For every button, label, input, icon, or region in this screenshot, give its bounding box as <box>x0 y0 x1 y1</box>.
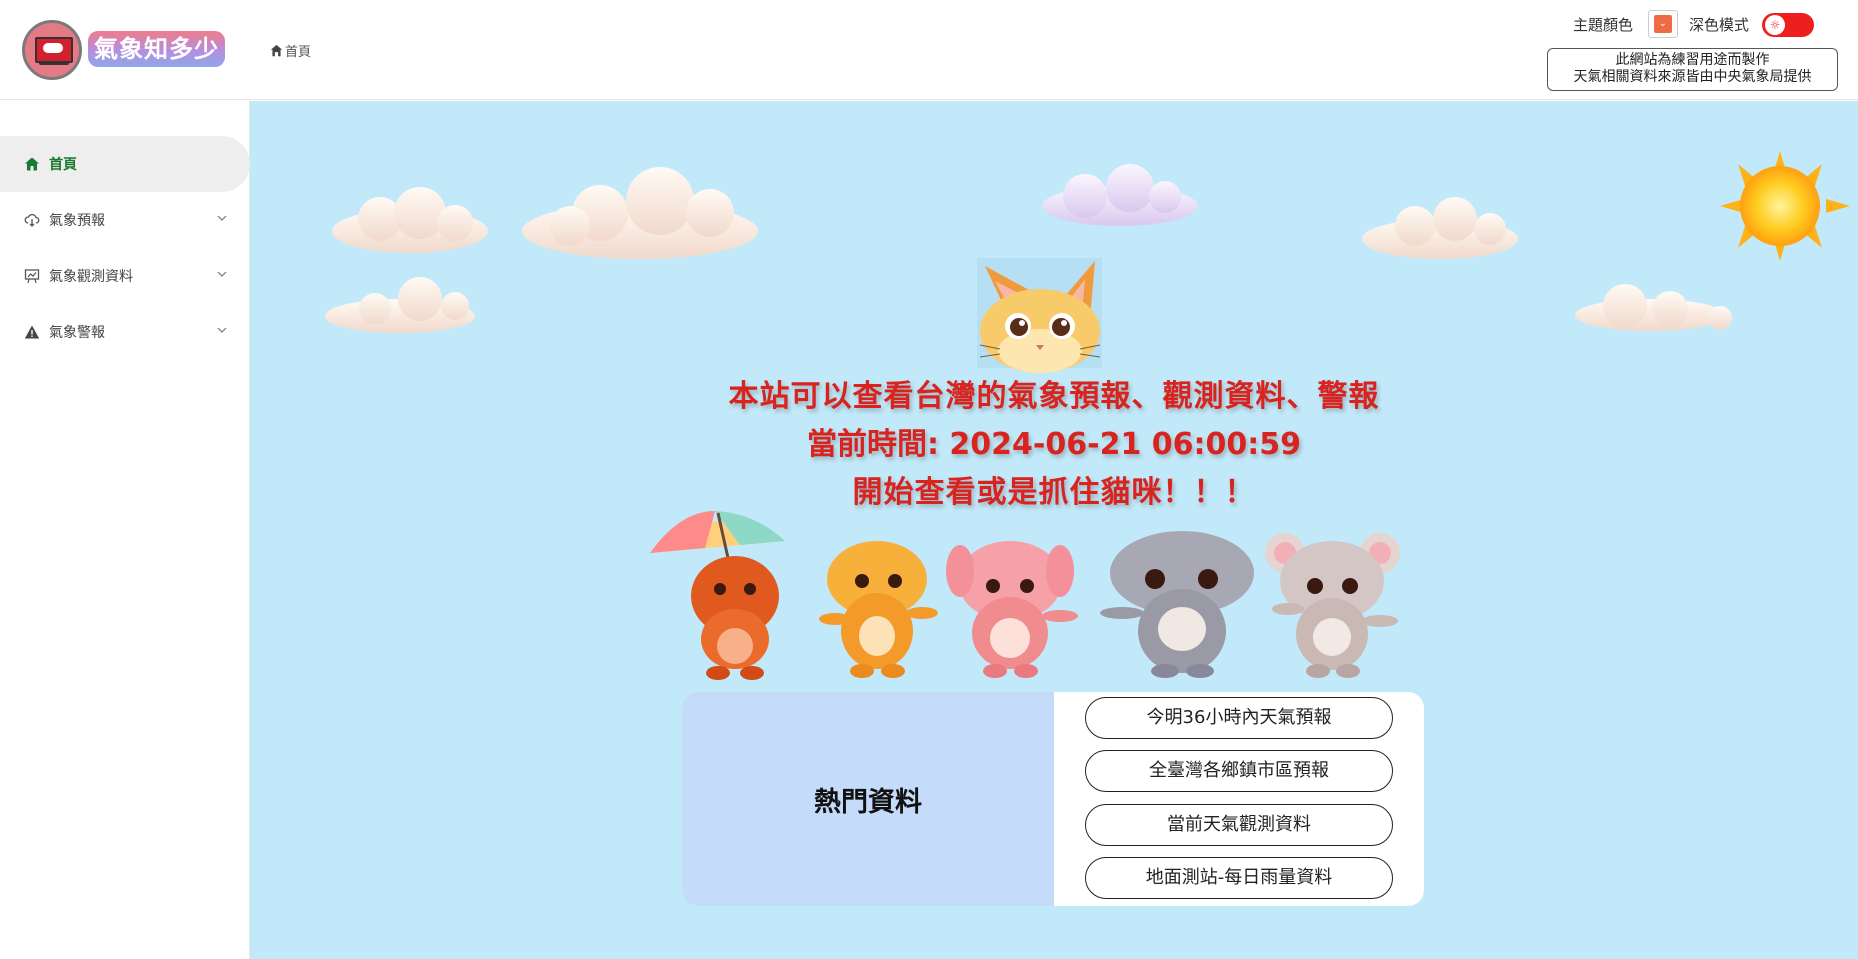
sidebar-item-label: 氣象預報 <box>49 213 105 229</box>
sidebar-item-home[interactable]: 首頁 <box>0 136 250 192</box>
cloud-icon <box>1362 197 1518 259</box>
pink-character-icon <box>946 541 1078 678</box>
koala-character-icon <box>1265 533 1400 678</box>
home-icon <box>270 44 283 57</box>
sidebar-item-warning[interactable]: 氣象警報 <box>0 304 250 360</box>
chevron-down-icon[interactable] <box>216 324 228 336</box>
cloud-icon <box>325 277 475 333</box>
main-content: 本站可以查看台灣的氣象預報、觀測資料、警報 當前時間: 2024-06-21 0… <box>250 101 1858 959</box>
cloud-icon <box>332 187 488 253</box>
sun-icon <box>1720 151 1850 261</box>
warning-icon <box>24 324 40 340</box>
notice-line-1: 此網站為練習用途而製作 <box>1615 52 1770 68</box>
hot-data-panel: 熱門資料 今明36小時內天氣預報 全臺灣各鄉鎮市區預報 當前天氣觀測資料 地面測… <box>682 692 1424 906</box>
sidebar-item-forecast[interactable]: 氣象預報 <box>0 192 250 248</box>
sidebar-item-observation[interactable]: 氣象觀測資料 <box>0 248 250 304</box>
chevron-down-icon[interactable] <box>216 268 228 280</box>
sidebar-item-label: 氣象觀測資料 <box>49 269 133 285</box>
hot-data-title: 熱門資料 <box>682 692 1054 906</box>
headline-call-to-action: 開始查看或是抓住貓咪！！！ <box>852 475 1256 510</box>
cat-icon <box>977 258 1102 373</box>
hot-link-daily-rainfall[interactable]: 地面測站-每日雨量資料 <box>1085 857 1393 899</box>
sidebar-item-label: 首頁 <box>49 157 77 173</box>
umbrella-character-icon <box>650 511 785 680</box>
sun-icon: ☼ <box>1765 15 1785 35</box>
cloud-download-icon <box>24 212 40 228</box>
chevron-down-icon[interactable] <box>216 212 228 224</box>
hot-link-township-forecast[interactable]: 全臺灣各鄉鎮市區預報 <box>1085 750 1393 792</box>
sidebar-item-label: 氣象警報 <box>49 325 105 341</box>
headline-intro: 本站可以查看台灣的氣象預報、觀測資料、警報 <box>728 379 1380 414</box>
orange-character-icon <box>819 541 938 678</box>
notice-line-2: 天氣相關資料來源皆由中央氣象局提供 <box>1573 69 1812 85</box>
chevron-down-icon: ⌄ <box>1654 15 1672 33</box>
cloud-icon <box>1575 284 1732 331</box>
dark-mode-toggle[interactable]: ☼ <box>1762 13 1814 37</box>
hot-link-current-observation[interactable]: 當前天氣觀測資料 <box>1085 804 1393 846</box>
theme-color-picker[interactable]: ⌄ <box>1648 10 1678 38</box>
home-icon <box>24 156 40 172</box>
cloud-icon <box>522 167 758 259</box>
site-logo-icon[interactable] <box>22 20 82 80</box>
top-header: 氣象知多少 首頁 主題顏色 ⌄ 深色模式 ☼ 此網站為練習用途而製作 天氣相關資… <box>0 0 1858 100</box>
cloud-icon <box>1042 164 1198 226</box>
site-notice: 此網站為練習用途而製作 天氣相關資料來源皆由中央氣象局提供 <box>1547 48 1838 91</box>
sidebar: 首頁 氣象預報 氣象觀測資料 氣象警報 <box>0 100 250 959</box>
breadcrumb[interactable]: 首頁 <box>270 41 311 60</box>
gray-character-icon <box>1100 531 1254 678</box>
hot-link-36hr-forecast[interactable]: 今明36小時內天氣預報 <box>1085 697 1393 739</box>
chart-board-icon <box>24 268 40 284</box>
current-time: 當前時間: 2024-06-21 06:00:59 <box>806 427 1302 462</box>
theme-color-label: 主題顏色 <box>1573 16 1634 34</box>
dark-mode-label: 深色模式 <box>1689 16 1750 34</box>
breadcrumb-home[interactable]: 首頁 <box>285 41 311 60</box>
site-name[interactable]: 氣象知多少 <box>88 31 225 67</box>
